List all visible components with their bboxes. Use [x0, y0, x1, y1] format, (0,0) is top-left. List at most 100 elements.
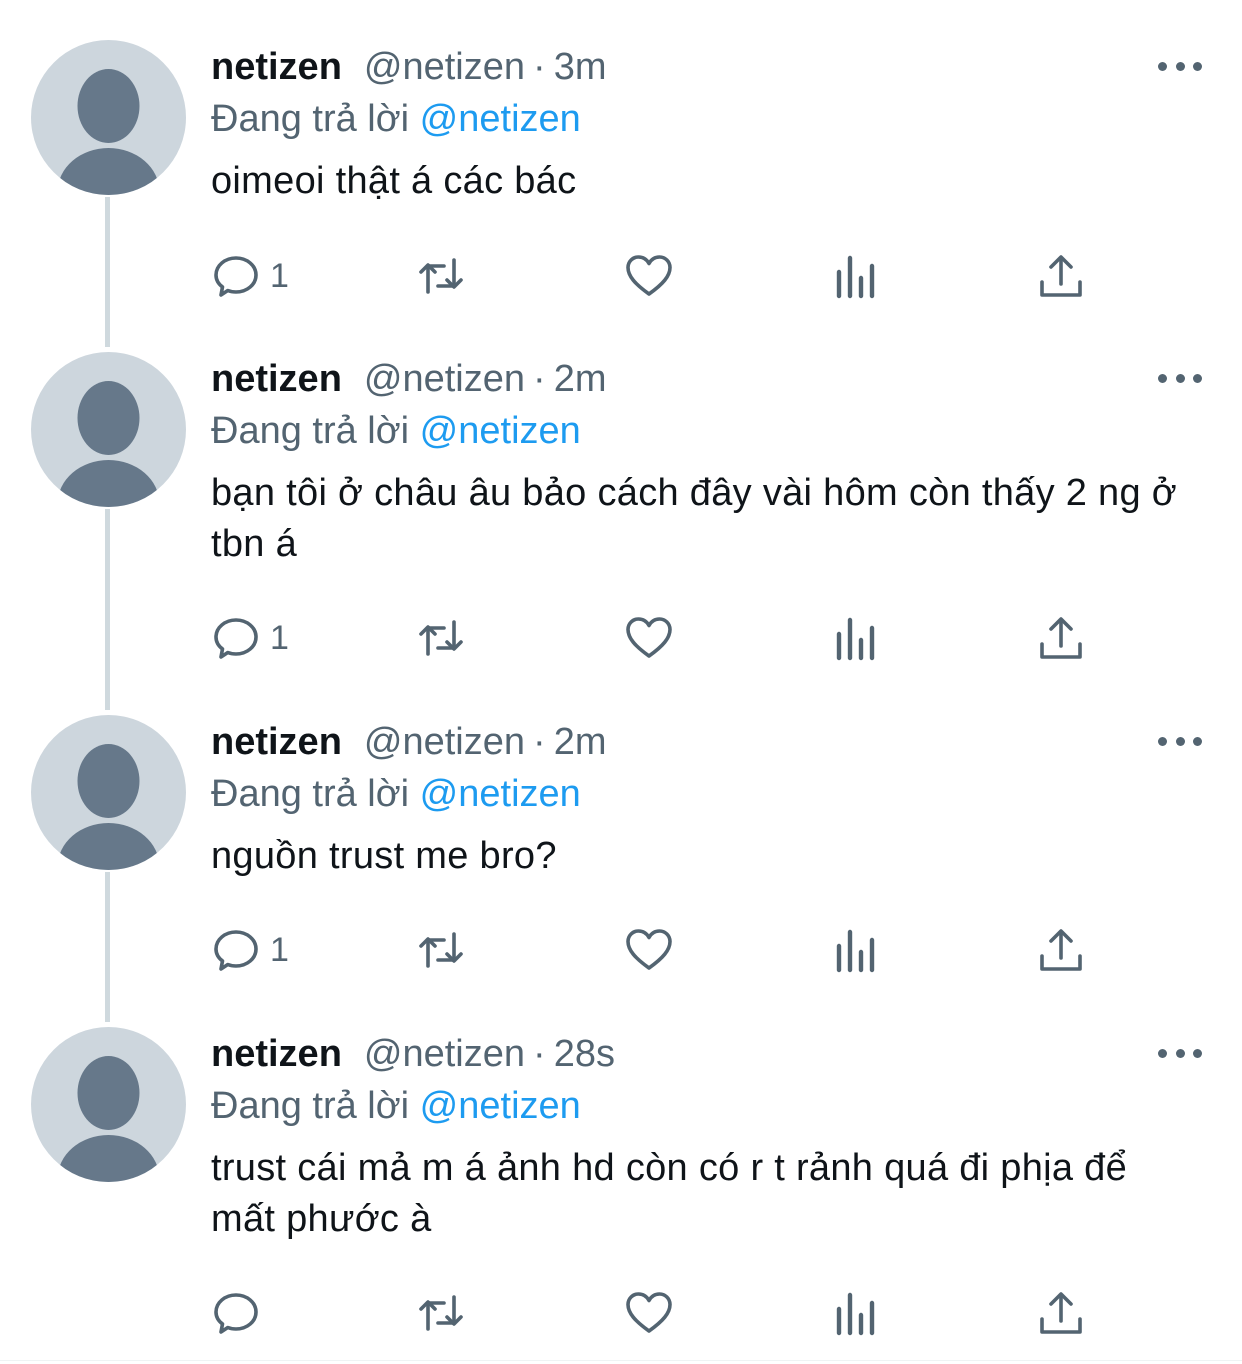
- retweet-button[interactable]: [417, 1283, 465, 1343]
- default-profile-icon: [57, 744, 160, 870]
- retweet-button[interactable]: [417, 608, 465, 668]
- reply-thread: netizen @netizen · 3m Đang trả lời @netizen…: [0, 0, 1242, 1364]
- more-options-button[interactable]: [1158, 364, 1202, 392]
- timestamp[interactable]: 2m: [554, 721, 607, 763]
- avatar[interactable]: [31, 715, 186, 870]
- share-button[interactable]: [1037, 1283, 1085, 1343]
- separator: ·: [533, 721, 546, 763]
- retweet-button[interactable]: [417, 920, 465, 980]
- tweet-header: netizen @netizen · 3m: [211, 40, 606, 94]
- reply-button[interactable]: 1: [212, 920, 289, 980]
- share-button[interactable]: [1037, 246, 1085, 306]
- share-icon: [1040, 1292, 1082, 1334]
- more-icon: [1158, 736, 1167, 746]
- display-name[interactable]: netizen: [211, 46, 342, 88]
- tweet-header: netizen @netizen · 2m: [211, 352, 606, 406]
- display-name[interactable]: netizen: [211, 721, 342, 763]
- tweet-actions: [0, 1283, 1242, 1343]
- more-icon: [1158, 61, 1167, 71]
- share-icon: [1040, 617, 1082, 659]
- replying-to: Đang trả lời @netizen: [211, 1081, 581, 1131]
- views-button[interactable]: [832, 246, 880, 306]
- like-icon: [626, 1292, 672, 1333]
- like-button[interactable]: [625, 920, 673, 980]
- share-icon: [1040, 929, 1082, 971]
- tweet-header: netizen @netizen · 2m: [211, 715, 606, 769]
- views-icon: [836, 617, 875, 661]
- more-icon: [1158, 1048, 1167, 1058]
- user-handle[interactable]: @netizen: [364, 1033, 525, 1075]
- reply-count: 1: [270, 930, 289, 969]
- like-button[interactable]: [625, 1283, 673, 1343]
- share-button[interactable]: [1037, 920, 1085, 980]
- separator: ·: [533, 46, 546, 88]
- separator: ·: [533, 1033, 546, 1075]
- replying-to: Đang trả lời @netizen: [211, 769, 581, 819]
- replying-label: Đang trả lời: [211, 773, 410, 815]
- like-button[interactable]: [625, 246, 673, 306]
- reply-button[interactable]: 1: [212, 246, 289, 306]
- avatar[interactable]: [31, 352, 186, 507]
- reply-count: 1: [270, 618, 289, 657]
- more-icon: [1158, 373, 1167, 383]
- reply-icon: [214, 618, 258, 659]
- views-icon: [836, 929, 875, 973]
- like-button[interactable]: [625, 608, 673, 668]
- reply-icon: [214, 256, 258, 297]
- default-profile-icon: [57, 381, 160, 507]
- tweet-text: nguồn trust me bro?: [211, 835, 557, 877]
- more-options-button[interactable]: [1158, 1039, 1202, 1067]
- timestamp[interactable]: 3m: [554, 46, 607, 88]
- tweet-text: trust cái mả m á ảnh hd còn có r t rảnh …: [211, 1147, 1128, 1240]
- tweet-text: bạn tôi ở châu âu bảo cách đây vài hôm c…: [211, 472, 1177, 565]
- reply-button[interactable]: [212, 1283, 270, 1343]
- tweet-text: oimeoi thật á các bác: [211, 160, 577, 202]
- like-icon: [626, 617, 672, 658]
- tweet-actions: 1: [0, 608, 1242, 668]
- views-button[interactable]: [832, 1283, 880, 1343]
- tweet-actions: 1: [0, 246, 1242, 306]
- replying-label: Đang trả lời: [211, 410, 410, 452]
- retweet-icon: [419, 620, 463, 656]
- divider: [0, 1360, 1242, 1361]
- share-button[interactable]: [1037, 608, 1085, 668]
- views-icon: [836, 255, 875, 299]
- avatar[interactable]: [31, 1027, 186, 1182]
- timestamp[interactable]: 2m: [554, 358, 607, 400]
- timestamp[interactable]: 28s: [554, 1033, 615, 1075]
- reply-icon: [214, 1293, 258, 1334]
- replying-label: Đang trả lời: [211, 98, 410, 140]
- default-profile-icon: [57, 69, 160, 195]
- retweet-icon: [419, 1295, 463, 1331]
- mention-link[interactable]: @netizen: [420, 1085, 581, 1127]
- display-name[interactable]: netizen: [211, 358, 342, 400]
- retweet-icon: [419, 932, 463, 968]
- user-handle[interactable]: @netizen: [364, 358, 525, 400]
- tweet-header: netizen @netizen · 28s: [211, 1027, 615, 1081]
- share-icon: [1040, 255, 1082, 297]
- more-options-button[interactable]: [1158, 52, 1202, 80]
- mention-link[interactable]: @netizen: [420, 773, 581, 815]
- reply-icon: [214, 930, 258, 971]
- reply-count: 1: [270, 256, 289, 295]
- user-handle[interactable]: @netizen: [364, 721, 525, 763]
- retweet-button[interactable]: [417, 246, 465, 306]
- replying-to: Đang trả lời @netizen: [211, 94, 581, 144]
- avatar[interactable]: [31, 40, 186, 195]
- replying-label: Đang trả lời: [211, 1085, 410, 1127]
- default-profile-icon: [57, 1056, 160, 1182]
- views-button[interactable]: [832, 920, 880, 980]
- like-icon: [626, 255, 672, 296]
- views-icon: [836, 1292, 875, 1336]
- display-name[interactable]: netizen: [211, 1033, 342, 1075]
- mention-link[interactable]: @netizen: [420, 98, 581, 140]
- mention-link[interactable]: @netizen: [420, 410, 581, 452]
- like-icon: [626, 929, 672, 970]
- retweet-icon: [419, 258, 463, 294]
- views-button[interactable]: [832, 608, 880, 668]
- user-handle[interactable]: @netizen: [364, 46, 525, 88]
- more-options-button[interactable]: [1158, 727, 1202, 755]
- separator: ·: [533, 358, 546, 400]
- replying-to: Đang trả lời @netizen: [211, 406, 581, 456]
- reply-button[interactable]: 1: [212, 608, 289, 668]
